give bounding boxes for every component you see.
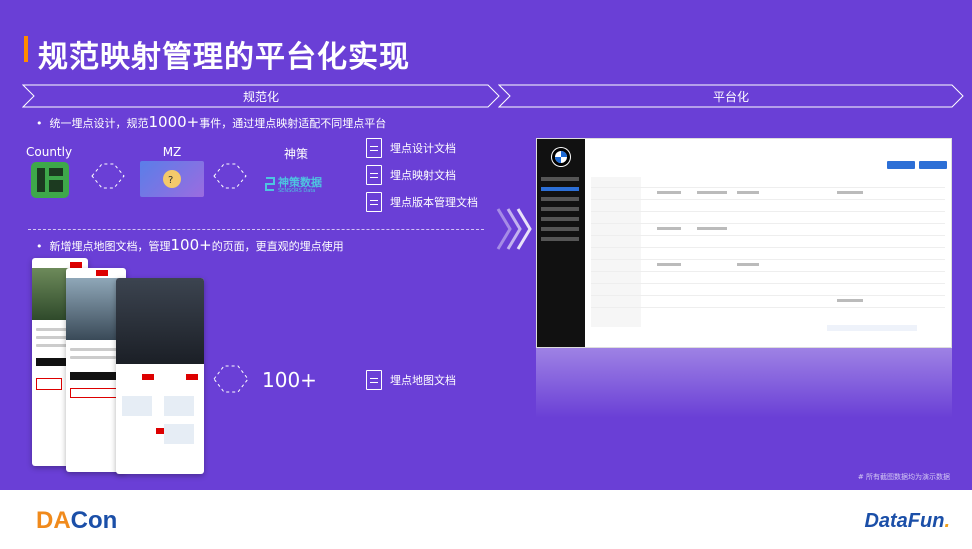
slide-background: 规范映射管理的平台化实现 规范化 平台化 • 统一埋点设计，规范1000+事件，… [0,0,972,490]
slide-title: 规范映射管理的平台化实现 [38,40,410,75]
screenshot-reflection [536,348,952,418]
section-header-platform: 平台化 [498,84,964,108]
bmw-logo-icon [551,147,571,167]
section-divider [28,229,484,230]
platform-label-mz: MZ [162,145,182,159]
phone-card [164,396,194,416]
phone-black-bar [70,372,120,380]
doc-map: 埋点地图文档 [366,370,456,390]
bullet-map-docs: • 新增埋点地图文档，管理100+的页面，更直观的埋点使用 [36,236,344,254]
section-label-standardization: 规范化 [242,90,279,104]
doc-mapping: 埋点映射文档 [366,165,456,185]
section-header-standardization: 规范化 [22,84,500,108]
document-icon [366,138,382,158]
mz-logo-icon: ? [140,161,204,197]
screenshot-primary-button [919,161,947,169]
section-label-platform: 平台化 [712,90,749,104]
document-icon [366,192,382,212]
phone-highlight-box [70,388,122,398]
phone-screenshot-3 [116,278,204,474]
platform-label-countly: Countly [26,145,73,159]
sensors-data-logo: 神策数据 SENSORS Data [264,174,330,196]
bullet-unified-design: • 统一埋点设计，规范1000+事件，通过埋点映射适配不同埋点平台 [36,113,387,131]
phone-card [164,424,194,444]
platform-screenshot [536,138,952,348]
demo-data-footnote: # 所有截图数据均为演示数据 [857,473,950,481]
doc-design: 埋点设计文档 [366,138,456,158]
screenshot-pagination [827,325,917,331]
dacon-logo: DACon [36,507,118,534]
svg-text:?: ? [168,175,173,186]
screenshot-sidebar [537,139,585,347]
datafun-logo: DataFun. [864,510,950,532]
title-accent-bar [24,36,28,62]
page-count: 100+ [262,368,317,392]
sensors-logo-subtext: SENSORS Data [278,188,316,194]
countly-logo-icon [31,162,69,198]
platform-label-shence: 神策 [283,147,308,161]
doc-version: 埋点版本管理文档 [366,192,478,212]
document-icon [366,165,382,185]
document-icon [366,370,382,390]
mapping-connector-icon [210,158,250,194]
screenshot-primary-button [887,161,915,169]
mapping-connector-icon [88,158,128,194]
phone-photo [116,278,204,364]
chevron-arrows-icon [494,205,534,257]
phone-card [122,396,152,416]
mapping-connector-icon [210,360,252,398]
phone-highlight-box [36,378,62,390]
